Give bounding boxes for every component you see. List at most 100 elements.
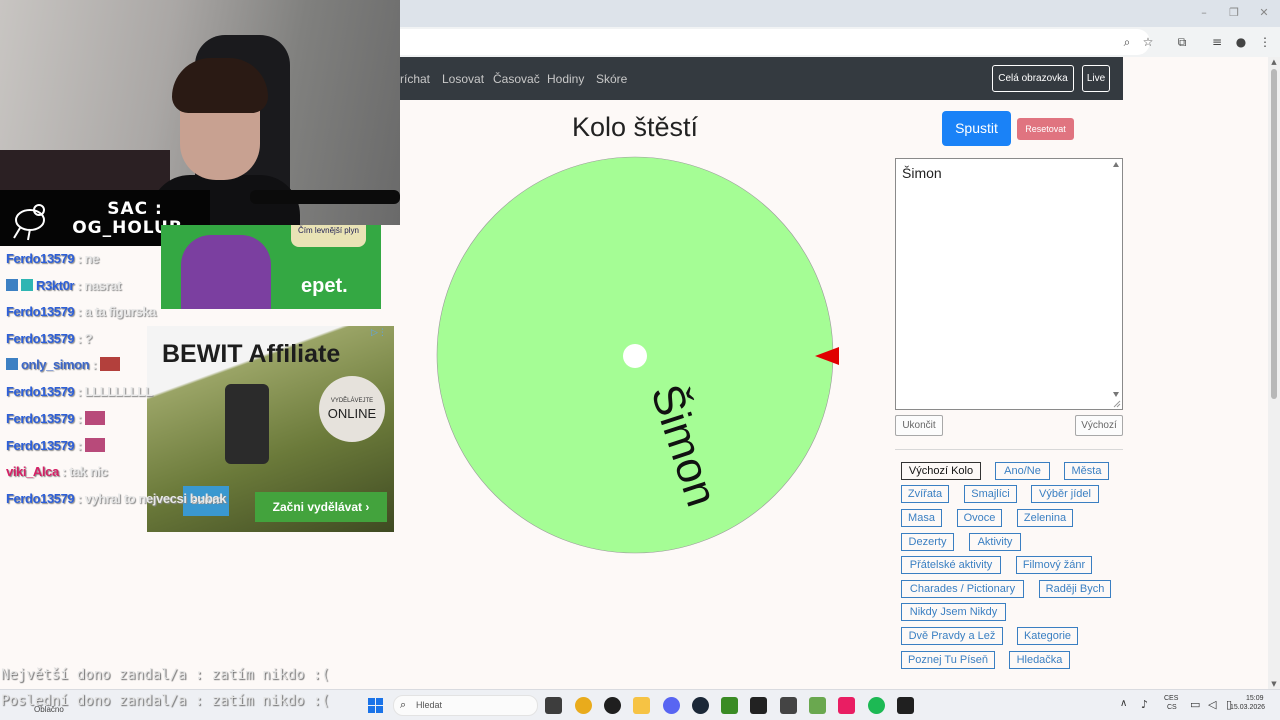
extension-icon[interactable]: ⧉: [1173, 33, 1191, 51]
chat-message: only_simon :: [6, 357, 120, 372]
textarea-scrollbar[interactable]: [1110, 159, 1122, 409]
app-icon[interactable]: [750, 697, 767, 714]
chat-message: Ferdo13579 : ne: [6, 251, 99, 266]
close-window-button[interactable]: ✕: [1254, 4, 1274, 22]
preset-kategorie[interactable]: Kategorie: [1017, 627, 1078, 645]
mod-badge-icon: [6, 358, 18, 370]
microphone-icon[interactable]: ♪: [1141, 698, 1148, 711]
profile-icon[interactable]: ●: [1232, 33, 1250, 51]
search-placeholder: Hledat: [416, 700, 443, 710]
page-title: Kolo štěstí: [571, 112, 699, 142]
language-indicator[interactable]: CES: [1164, 695, 1178, 702]
keyboard-layout[interactable]: CS: [1167, 704, 1177, 711]
epet-logo: epet.: [301, 275, 348, 297]
speaker-icon[interactable]: ◁: [1208, 698, 1216, 711]
file-explorer-icon[interactable]: [633, 697, 650, 714]
preset-dve-pravdy-a-lez[interactable]: Dvě Pravdy a Lež: [901, 627, 1003, 645]
pigeon-logo-icon: [13, 204, 45, 241]
epet-ad[interactable]: Čím levnější plyn epet.: [161, 225, 381, 309]
nav-link-casovac[interactable]: Časovač: [493, 72, 540, 86]
epet-ad-tagline: Čím levnější plyn: [291, 225, 366, 247]
preset-radeji-bych[interactable]: Raději Bych: [1039, 580, 1111, 598]
url-field[interactable]: [380, 29, 1150, 55]
nav-link-hodiny[interactable]: Hodiny: [547, 72, 584, 86]
bewit-ad-title: BEWIT Affiliate: [162, 340, 341, 368]
biggest-donor-text: Největší dono zandal/a : zatím nikdo :(: [1, 667, 330, 683]
app-icon[interactable]: [780, 697, 797, 714]
preset-hledacka[interactable]: Hledačka: [1009, 651, 1070, 669]
reset-button[interactable]: Resetovat: [1017, 118, 1074, 140]
nav-link-skore[interactable]: Skóre: [596, 72, 627, 86]
preset-masa[interactable]: Masa: [901, 509, 942, 527]
scroll-down-icon[interactable]: ▼: [1268, 679, 1280, 689]
page-scrollbar[interactable]: ▲ ▼: [1268, 57, 1280, 689]
sub-badge-icon: [21, 279, 33, 291]
search-icon: ⌕: [400, 698, 407, 711]
emote-icon: [84, 411, 105, 425]
nav-link-losovat[interactable]: Losovat: [442, 72, 484, 86]
chat-message: Ferdo13579 :: [6, 438, 105, 453]
preset-pratelske-aktivity[interactable]: Přátelské aktivity: [901, 556, 1001, 574]
preset-vyber-jidel[interactable]: Výběr jídel: [1031, 485, 1099, 503]
fullscreen-button[interactable]: Celá obrazovka: [992, 65, 1074, 92]
steam-icon[interactable]: [692, 697, 709, 714]
star-icon[interactable]: ☆: [1139, 33, 1157, 51]
clock-date[interactable]: 15.03.2026: [1230, 704, 1265, 711]
chrome-icon[interactable]: [575, 697, 592, 714]
tiktok-icon[interactable]: [838, 697, 855, 714]
wheel-of-fortune[interactable]: Šimon: [430, 150, 850, 560]
site-navbar: ríchat Losovat Časovač Hodiny Skóre Celá…: [400, 57, 1123, 100]
nav-link-chat[interactable]: ríchat: [400, 72, 430, 86]
chat-message: viki_Alca : tak nic: [6, 464, 108, 479]
preset-vychozi-kolo[interactable]: Výchozí Kolo: [901, 462, 981, 480]
preset-charades-pictionary[interactable]: Charades / Pictionary: [901, 580, 1024, 598]
scroll-thumb[interactable]: [1271, 69, 1277, 399]
minimize-button[interactable]: –: [1194, 4, 1214, 22]
emote-icon: [99, 357, 120, 371]
preset-ano-ne[interactable]: Ano/Ne: [995, 462, 1050, 480]
taskbar-search[interactable]: ⌕ Hledat: [393, 695, 538, 716]
preset-smajlici[interactable]: Smajlíci: [964, 485, 1017, 503]
obs-icon[interactable]: [604, 697, 621, 714]
preset-poznej-tu-pisen[interactable]: Poznej Tu Píseň: [901, 651, 995, 669]
monitor-icon[interactable]: ▭: [1190, 698, 1200, 711]
maximize-button[interactable]: ❐: [1224, 4, 1244, 22]
chat-message: Ferdo13579 : LLLLLLLLL: [6, 384, 153, 399]
default-button[interactable]: Výchozí: [1075, 415, 1123, 436]
chat-message: Ferdo13579 : a ta figurska: [6, 304, 157, 319]
ad-info-icon[interactable]: ▷⋮: [371, 328, 387, 338]
preset-ovoce[interactable]: Ovoce: [957, 509, 1002, 527]
browser-tab[interactable]: [400, 0, 540, 27]
zoom-icon[interactable]: ⌕: [1118, 33, 1136, 51]
reading-list-icon[interactable]: ≡: [1208, 33, 1226, 51]
chat-message: Ferdo13579 :: [6, 411, 105, 426]
menu-icon[interactable]: ⋮: [1256, 33, 1274, 51]
bewit-badge-big: ONLINE: [327, 406, 377, 421]
epic-games-icon[interactable]: [897, 697, 914, 714]
live-button[interactable]: Live: [1082, 65, 1110, 92]
scroll-up-icon[interactable]: ▲: [1268, 57, 1280, 67]
emote-icon: [84, 438, 105, 452]
bewit-cta-button[interactable]: Začni vydělávat ›: [255, 492, 387, 522]
entries-textarea[interactable]: Šimon: [895, 158, 1123, 410]
mod-badge-icon: [6, 279, 18, 291]
windows-start-icon[interactable]: [368, 698, 383, 713]
start-button[interactable]: Spustit: [942, 111, 1011, 146]
discord-icon[interactable]: [663, 697, 680, 714]
task-view-icon[interactable]: [545, 697, 562, 714]
spotify-icon[interactable]: [868, 697, 885, 714]
wheel-center-hub: [623, 344, 647, 368]
tray-overflow-icon[interactable]: ∧: [1120, 698, 1127, 709]
preset-nikdy-jsem-nikdy[interactable]: Nikdy Jsem Nikdy: [901, 603, 1006, 621]
preset-zelenina[interactable]: Zelenina: [1017, 509, 1073, 527]
last-donor-text: Poslední dono zandal/a : zatím nikdo :(: [1, 693, 330, 709]
preset-mesta[interactable]: Města: [1064, 462, 1109, 480]
preset-dezerty[interactable]: Dezerty: [901, 533, 954, 551]
minecraft-launcher-icon[interactable]: [809, 697, 826, 714]
preset-zvirata[interactable]: Zvířata: [901, 485, 949, 503]
minecraft-icon[interactable]: [721, 697, 738, 714]
end-button[interactable]: Ukončit: [895, 415, 943, 436]
preset-aktivity[interactable]: Aktivity: [969, 533, 1021, 551]
clock-time[interactable]: 15:09: [1246, 695, 1264, 702]
preset-filmovy-zanr[interactable]: Filmový žánr: [1016, 556, 1092, 574]
